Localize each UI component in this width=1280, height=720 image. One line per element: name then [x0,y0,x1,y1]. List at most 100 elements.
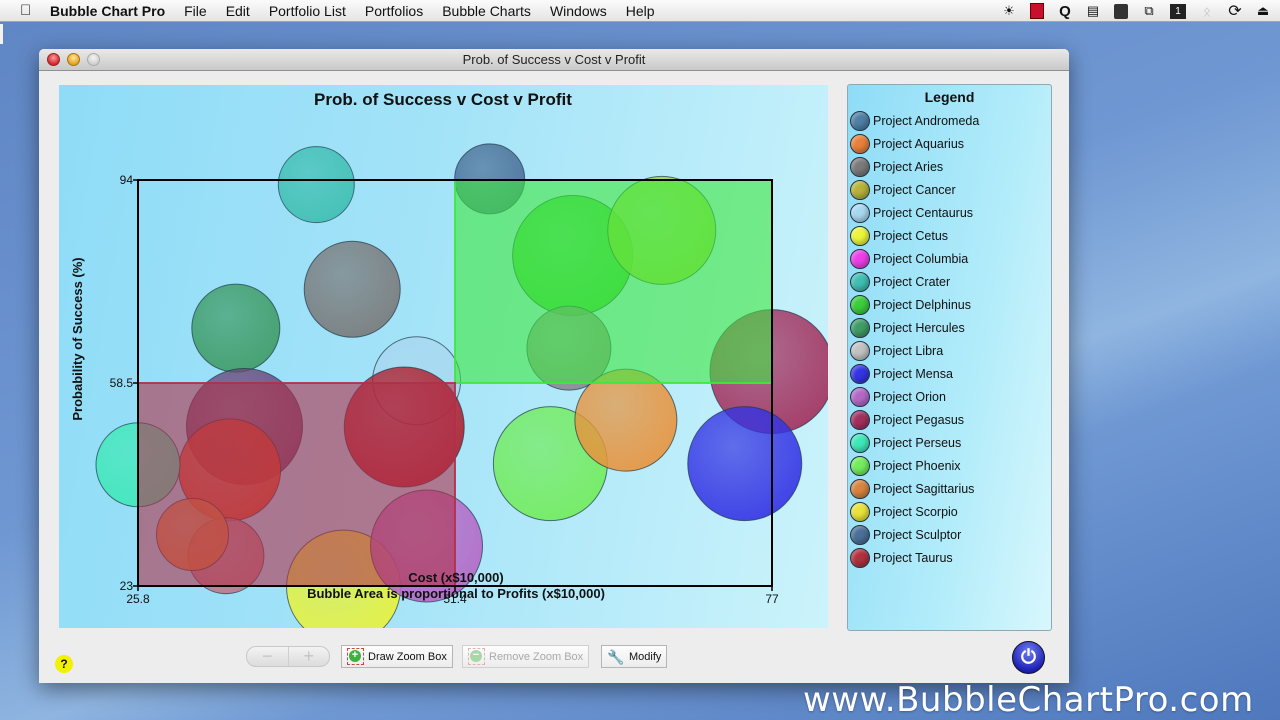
menu-bar:  Bubble Chart Pro File Edit Portfolio L… [0,0,1280,22]
bluetooth-icon[interactable]: ᛟ [1200,4,1214,19]
legend-item: Project Hercules [848,316,1051,339]
legend-label: Project Aries [873,159,944,174]
chart-window: Prob. of Success v Cost v Profit 23 58.5 9… [39,49,1069,683]
legend-label: Project Phoenix [873,458,961,473]
modify-button[interactable]: 🔧 Modify [601,645,668,668]
website-watermark: www.BubbleChartPro.com [803,680,1254,720]
legend-item: Project Centaurus [848,201,1051,224]
lock-icon[interactable] [1114,3,1128,19]
brightness-icon[interactable]: ☀ [1002,3,1016,19]
legend-label: Project Scorpio [873,504,958,519]
legend-swatch-icon [850,386,870,407]
power-button[interactable]: ⏻ [1012,641,1045,674]
q-icon[interactable]: Q [1058,3,1072,20]
legend-title: Legend [924,89,975,105]
bubble-chart-svg: 2358.59425.8 51.4 77 Prob. of Success v Co… [70,90,828,628]
help-button[interactable]: ? [55,655,73,673]
legend-item: Project Crater [848,270,1051,293]
x-tick-label: 25.8 [126,592,150,606]
legend-swatch-icon [850,478,870,499]
legend-swatch-icon [850,409,870,430]
legend-swatch-icon [850,317,870,338]
legend-swatch-icon [850,110,870,131]
zoom-in-button[interactable]: + [289,647,330,666]
remove-zoom-box-label: Remove Zoom Box [489,650,584,663]
bubble-project-cetus[interactable] [574,368,678,472]
legend-item: Project Mensa [848,362,1051,385]
bubble-project-crater[interactable] [277,146,355,224]
menu-app-name[interactable]: Bubble Chart Pro [50,3,165,19]
zoom-stepper[interactable]: − + [246,646,330,667]
legend-swatch-icon [850,156,870,177]
close-button[interactable] [47,53,60,66]
legend-swatch-icon [850,524,870,545]
legend-swatch-icon [850,202,870,223]
legend-swatch-icon [850,432,870,453]
eject-icon[interactable]: ⏏ [1256,3,1270,19]
chart-title: Prob. of Success v Cost v Profit [314,90,572,109]
legend-label: Project Cetus [873,228,949,243]
bubble-size-note: Bubble Area is proportional to Profits (… [307,586,605,601]
desktop-item [0,24,3,44]
y-axis-label: Probability of Success (%) [70,257,85,420]
legend-item: Project Pegasus [848,408,1051,431]
legend-label: Project Crater [873,274,951,289]
legend-label: Project Perseus [873,435,962,450]
legend-swatch-icon [850,248,870,269]
red-flag-icon[interactable] [1030,3,1044,19]
remove-zoom-box-button[interactable]: − Remove Zoom Box [462,645,590,668]
window-titlebar[interactable]: Prob. of Success v Cost v Profit [39,49,1069,71]
menu-file[interactable]: File [184,3,207,19]
apple-menu-icon[interactable]:  [20,2,36,19]
minimize-button[interactable] [67,53,80,66]
menu-windows[interactable]: Windows [550,3,607,19]
x-tick-label: 77 [765,592,779,606]
legend-label: Project Taurus [873,550,953,565]
draw-zoom-box-button[interactable]: + Draw Zoom Box [341,645,453,668]
legend-item: Project Scorpio [848,500,1051,523]
bubble-project-mensa[interactable] [687,406,803,522]
legend-label: Project Centaurus [873,205,974,220]
legend-label: Project Andromeda [873,113,980,128]
menu-edit[interactable]: Edit [226,3,250,19]
spaces-icon[interactable]: 1 [1170,3,1186,19]
legend-item: Project Aries [848,155,1051,178]
legend-label: Project Delphinus [873,297,971,312]
bottom-toolbar: ? − + + Draw Zoom Box − Remove Zoom Box … [39,641,1069,674]
bubble-project-aries[interactable] [303,240,401,338]
legend-label: Project Orion [873,389,946,404]
draw-zoom-box-label: Draw Zoom Box [368,650,447,663]
zoom-box-add-icon: + [347,648,364,665]
y-tick-label: 23 [120,579,134,593]
x-axis-label: Cost (x$10,000) [408,570,503,585]
legend-swatch-icon [850,179,870,200]
legend-label: Project Libra [873,343,944,358]
y-tick-label: 58.5 [110,376,134,390]
legend-item: Project Delphinus [848,293,1051,316]
bubble-chart[interactable]: 23 58.5 94 25.8 51.4 77 Prob. of Success v Co… [59,85,828,628]
legend-swatch-icon [850,547,870,568]
legend-item: Project Cancer [848,178,1051,201]
window-switch-icon[interactable]: ⧉ [1142,3,1156,19]
zoom-box-high-probability-high-cost[interactable] [454,179,773,384]
legend-swatch-icon [850,133,870,154]
legend-label: Project Sculptor [873,527,962,542]
menu-help[interactable]: Help [626,3,655,19]
legend-label: Project Cancer [873,182,956,197]
zoom-button[interactable] [87,53,100,66]
zoom-box-low-probability-low-cost[interactable] [137,382,456,587]
bubble-project-hercules[interactable] [191,283,281,373]
menu-portfolio-list[interactable]: Portfolio List [269,3,346,19]
legend-item: Project Aquarius [848,132,1051,155]
menu-bubble-charts[interactable]: Bubble Charts [442,3,531,19]
legend-item: Project Perseus [848,431,1051,454]
power-icon: ⏻ [1020,647,1037,668]
sync-icon[interactable]: ⟳ [1228,1,1242,21]
zoom-out-button[interactable]: − [247,647,289,666]
globe-icon[interactable]: ▤ [1086,3,1100,19]
legend-item: Project Columbia [848,247,1051,270]
legend-panel: Legend Project Andromeda Project Aquarius… [847,84,1052,631]
legend-item: Project Cetus [848,224,1051,247]
y-tick-label: 94 [120,173,134,187]
menu-portfolios[interactable]: Portfolios [365,3,423,19]
